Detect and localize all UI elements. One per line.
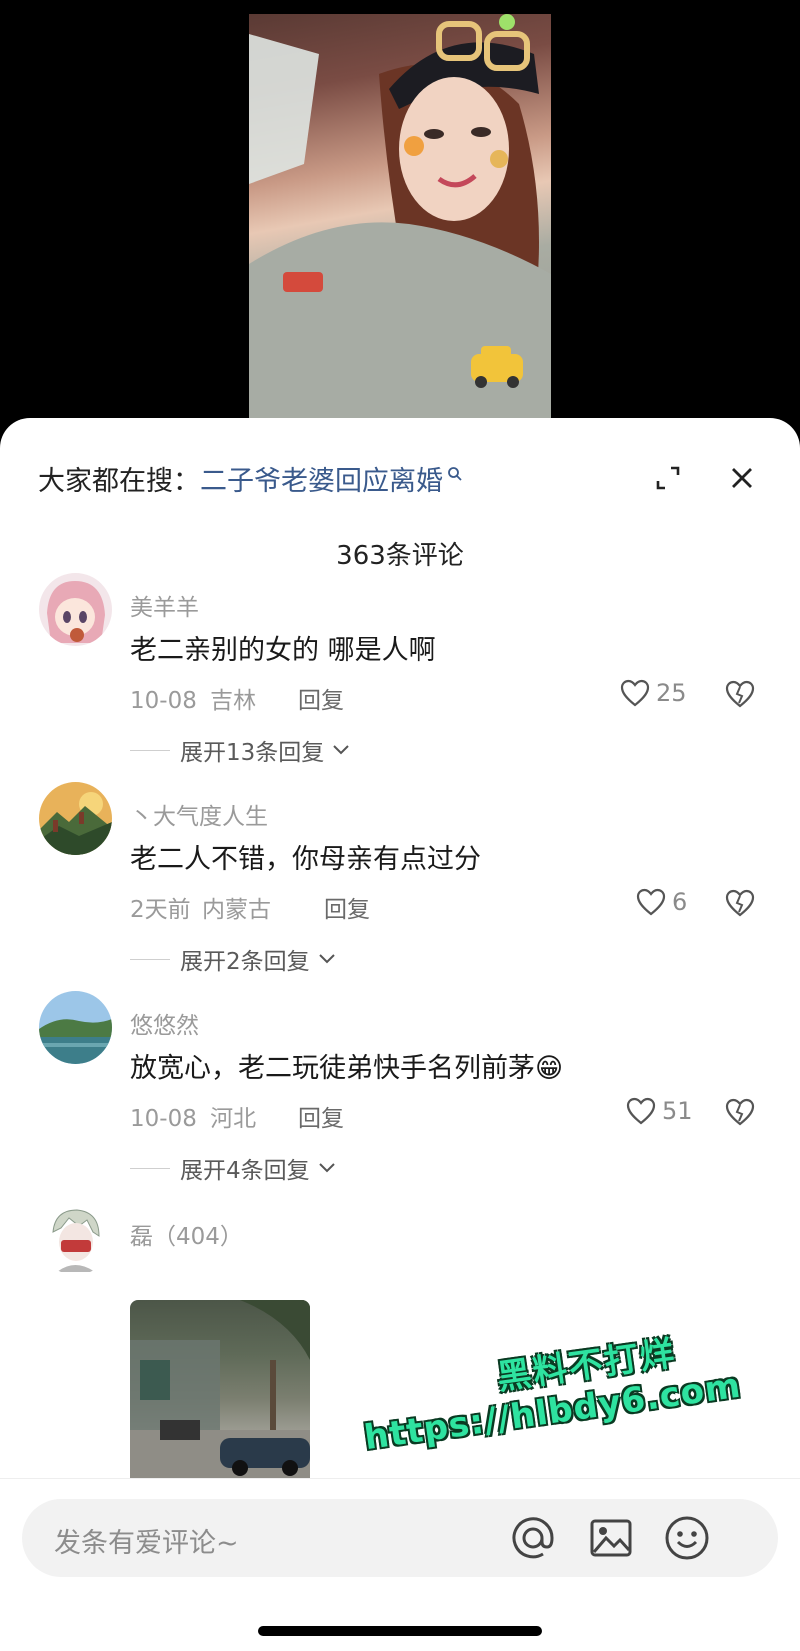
like-button[interactable]: 25	[620, 679, 687, 707]
video-area[interactable]	[0, 0, 800, 440]
reply-button[interactable]: 回复	[298, 1099, 344, 1133]
like-button[interactable]: 51	[626, 1097, 693, 1125]
expand-replies-label: 展开13条回复	[180, 740, 325, 766]
comment-date: 10-08 吉林	[130, 681, 256, 715]
comment-image[interactable]	[130, 1300, 310, 1480]
expand-replies-button[interactable]: 展开13条回复	[130, 733, 350, 767]
video-still-image	[249, 14, 551, 419]
dislike-icon[interactable]	[724, 888, 756, 922]
dislike-icon[interactable]	[724, 1097, 756, 1131]
comment-input-placeholder: 发条有爱评论~	[54, 1528, 239, 1559]
heart-icon	[620, 679, 650, 707]
comment-date: 10-08 河北	[130, 1099, 256, 1133]
heart-icon	[626, 1097, 656, 1125]
comment-input-bar: 发条有爱评论~	[0, 1478, 800, 1651]
expand-replies-label: 展开4条回复	[180, 1158, 310, 1184]
search-icon	[447, 458, 463, 489]
search-suggestion-link[interactable]: 二子爷老婆回应离婚	[200, 459, 443, 498]
chevron-down-icon	[333, 745, 349, 755]
comment-date: 2天前 内蒙古	[130, 890, 271, 924]
at-icon[interactable]	[508, 1513, 558, 1563]
comment-sheet: 大家都在搜： 二子爷老婆回应离婚 363条评论 美羊羊 老二亲别的女的 哪是人啊…	[0, 418, 800, 1651]
expand-replies-button[interactable]: 展开2条回复	[130, 942, 336, 976]
dislike-icon[interactable]	[724, 679, 756, 713]
avatar[interactable]	[39, 1202, 112, 1275]
comment-username[interactable]: 丶大气度人生	[130, 797, 268, 831]
chevron-down-icon	[318, 954, 335, 964]
like-button[interactable]: 6	[636, 888, 687, 916]
like-count: 6	[672, 888, 688, 916]
comment-username[interactable]: 悠悠然	[130, 1006, 199, 1040]
like-count: 51	[662, 1097, 693, 1125]
reply-button[interactable]: 回复	[324, 890, 370, 924]
comment-text: 老二人不错，你母亲有点过分	[130, 844, 481, 875]
divider	[130, 958, 170, 960]
comment-date-value: 2天前	[130, 897, 191, 923]
comment-text: 放宽心，老二玩徒弟快手名列前茅😁	[130, 1053, 564, 1084]
comment-date-value: 10-08	[130, 688, 197, 714]
comment-date-value: 10-08	[130, 1106, 197, 1132]
expand-replies-button[interactable]: 展开4条回复	[130, 1151, 336, 1185]
search-prefix-label: 大家都在搜：	[38, 465, 200, 497]
divider	[130, 749, 170, 751]
emoji-icon[interactable]	[662, 1513, 712, 1563]
expand-icon[interactable]	[648, 458, 688, 498]
comment-location: 河北	[210, 1106, 257, 1132]
comment-photo-content	[130, 1300, 310, 1480]
heart-icon	[636, 888, 666, 916]
comment-location: 内蒙古	[201, 897, 271, 923]
avatar[interactable]	[39, 991, 112, 1064]
close-icon[interactable]	[722, 458, 762, 498]
search-suggestion[interactable]: 大家都在搜： 二子爷老婆回应离婚	[38, 458, 463, 498]
divider	[130, 1167, 170, 1169]
avatar[interactable]	[39, 782, 112, 855]
comment-count: 363条评论	[336, 541, 464, 571]
video-frame[interactable]	[249, 14, 551, 419]
reply-button[interactable]: 回复	[298, 681, 344, 715]
avatar[interactable]	[39, 573, 112, 646]
image-icon[interactable]	[586, 1513, 636, 1563]
like-count: 25	[656, 679, 687, 707]
comment-text: 老二亲别的女的 哪是人啊	[130, 635, 436, 666]
chevron-down-icon	[318, 1163, 335, 1173]
home-indicator[interactable]	[258, 1626, 542, 1636]
comment-location: 吉林	[210, 688, 257, 714]
comment-username[interactable]: 美羊羊	[130, 588, 199, 622]
expand-replies-label: 展开2条回复	[180, 949, 310, 975]
comment-input[interactable]: 发条有爱评论~	[22, 1499, 778, 1577]
comment-username[interactable]: 磊（404）	[130, 1217, 243, 1251]
